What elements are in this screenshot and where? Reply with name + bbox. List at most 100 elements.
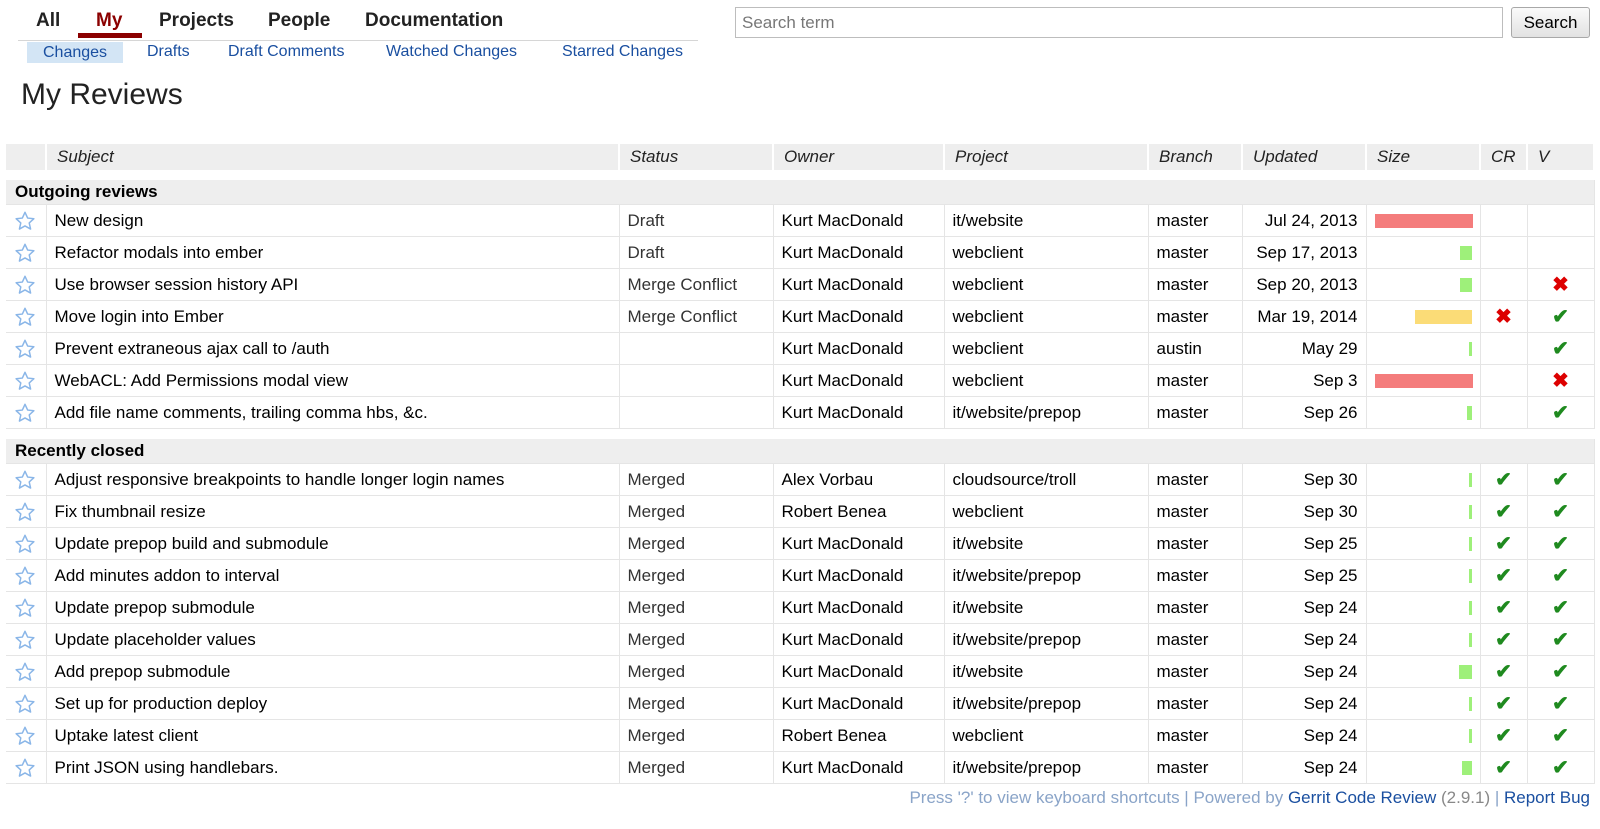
table-row[interactable]: WebACL: Add Permissions modal view Kurt M… [6,364,1595,397]
change-subject[interactable]: Prevent extraneous ajax call to /auth [46,332,620,365]
table-row[interactable]: Use browser session history API Merge Con… [6,268,1595,301]
change-owner[interactable]: Kurt MacDonald [773,527,945,560]
change-branch[interactable]: master [1148,719,1243,752]
change-owner[interactable]: Kurt MacDonald [773,332,945,365]
star-cell[interactable] [6,687,47,720]
change-subject[interactable]: Uptake latest client [46,719,620,752]
change-owner[interactable]: Kurt MacDonald [773,655,945,688]
change-branch[interactable]: master [1148,396,1243,429]
tab-documentation[interactable]: Documentation [365,10,503,32]
search-button[interactable]: Search [1511,7,1590,38]
change-subject[interactable]: Adjust responsive breakpoints to handle … [46,463,620,496]
table-row[interactable]: Update placeholder values Merged Kurt MacD… [6,623,1595,656]
change-project[interactable]: webclient [944,719,1149,752]
change-branch[interactable]: master [1148,495,1243,528]
change-project[interactable]: webclient [944,268,1149,301]
star-icon[interactable] [14,242,38,262]
subtab-watched-changes[interactable]: Watched Changes [386,43,517,61]
star-cell[interactable] [6,463,47,496]
change-subject[interactable]: Update prepop build and submodule [46,527,620,560]
change-project[interactable]: webclient [944,332,1149,365]
table-row[interactable]: Adjust responsive breakpoints to handle … [6,463,1595,496]
table-row[interactable]: Update prepop submodule Merged Kurt MacDon… [6,591,1595,624]
change-project[interactable]: it/website/prepop [944,751,1149,784]
change-subject[interactable]: Refactor modals into ember [46,236,620,269]
star-cell[interactable] [6,204,47,237]
change-subject[interactable]: Move login into Ember [46,300,620,333]
star-icon[interactable] [14,629,38,649]
change-owner[interactable]: Kurt MacDonald [773,623,945,656]
change-subject[interactable]: New design [46,204,620,237]
table-row[interactable]: Refactor modals into ember Draft Kurt MacD… [6,236,1595,269]
star-cell[interactable] [6,623,47,656]
star-icon[interactable] [14,661,38,681]
change-owner[interactable]: Kurt MacDonald [773,687,945,720]
change-owner[interactable]: Kurt MacDonald [773,591,945,624]
report-bug-link[interactable]: Report Bug [1504,788,1590,807]
star-cell[interactable] [6,527,47,560]
change-subject[interactable]: Update prepop submodule [46,591,620,624]
star-icon[interactable] [14,597,38,617]
subtab-starred-changes[interactable]: Starred Changes [562,43,683,61]
change-subject[interactable]: Add minutes addon to interval [46,559,620,592]
change-project[interactable]: it/website/prepop [944,396,1149,429]
change-branch[interactable]: master [1148,655,1243,688]
change-owner[interactable]: Robert Benea [773,719,945,752]
table-row[interactable]: Move login into Ember Merge Conflict Kurt … [6,300,1595,333]
change-project[interactable]: it/website/prepop [944,559,1149,592]
star-icon[interactable] [14,565,38,585]
change-branch[interactable]: master [1148,204,1243,237]
subtab-draft-comments[interactable]: Draft Comments [228,43,344,61]
star-icon[interactable] [14,370,38,390]
change-branch[interactable]: master [1148,364,1243,397]
change-owner[interactable]: Kurt MacDonald [773,396,945,429]
change-owner[interactable]: Robert Benea [773,495,945,528]
gerrit-link[interactable]: Gerrit Code Review [1288,788,1436,807]
table-row[interactable]: Uptake latest client Merged Robert Benea we… [6,719,1595,752]
change-owner[interactable]: Kurt MacDonald [773,236,945,269]
star-icon[interactable] [14,338,38,358]
change-subject[interactable]: Use browser session history API [46,268,620,301]
star-icon[interactable] [14,501,38,521]
star-cell[interactable] [6,364,47,397]
change-project[interactable]: webclient [944,495,1149,528]
star-cell[interactable] [6,559,47,592]
tab-people[interactable]: People [268,10,330,32]
change-project[interactable]: it/website [944,204,1149,237]
table-row[interactable]: Add minutes addon to interval Merged Kurt … [6,559,1595,592]
change-project[interactable]: it/website [944,527,1149,560]
change-project[interactable]: it/website/prepop [944,687,1149,720]
star-icon[interactable] [14,725,38,745]
table-row[interactable]: New design Draft Kurt MacDonald it/website m… [6,204,1595,237]
star-cell[interactable] [6,495,47,528]
change-project[interactable]: webclient [944,300,1149,333]
change-branch[interactable]: master [1148,751,1243,784]
change-subject[interactable]: Add file name comments, trailing comma h… [46,396,620,429]
change-project[interactable]: webclient [944,364,1149,397]
star-cell[interactable] [6,751,47,784]
change-branch[interactable]: master [1148,236,1243,269]
star-cell[interactable] [6,236,47,269]
star-icon[interactable] [14,274,38,294]
star-cell[interactable] [6,396,47,429]
change-project[interactable]: it/website [944,591,1149,624]
change-branch[interactable]: master [1148,527,1243,560]
change-owner[interactable]: Kurt MacDonald [773,268,945,301]
change-project[interactable]: it/website/prepop [944,623,1149,656]
change-subject[interactable]: Print JSON using handlebars. [46,751,620,784]
table-row[interactable]: Update prepop build and submodule Merged K… [6,527,1595,560]
change-subject[interactable]: Fix thumbnail resize [46,495,620,528]
table-row[interactable]: Add file name comments, trailing comma h… [6,396,1595,429]
change-branch[interactable]: master [1148,463,1243,496]
change-branch[interactable]: master [1148,623,1243,656]
change-branch[interactable]: master [1148,687,1243,720]
change-subject[interactable]: Add prepop submodule [46,655,620,688]
change-owner[interactable]: Kurt MacDonald [773,559,945,592]
tab-my[interactable]: My [96,10,122,32]
star-cell[interactable] [6,719,47,752]
change-subject[interactable]: Set up for production deploy [46,687,620,720]
table-row[interactable]: Set up for production deploy Merged Kurt M… [6,687,1595,720]
star-icon[interactable] [14,402,38,422]
change-owner[interactable]: Kurt MacDonald [773,300,945,333]
change-branch[interactable]: master [1148,300,1243,333]
